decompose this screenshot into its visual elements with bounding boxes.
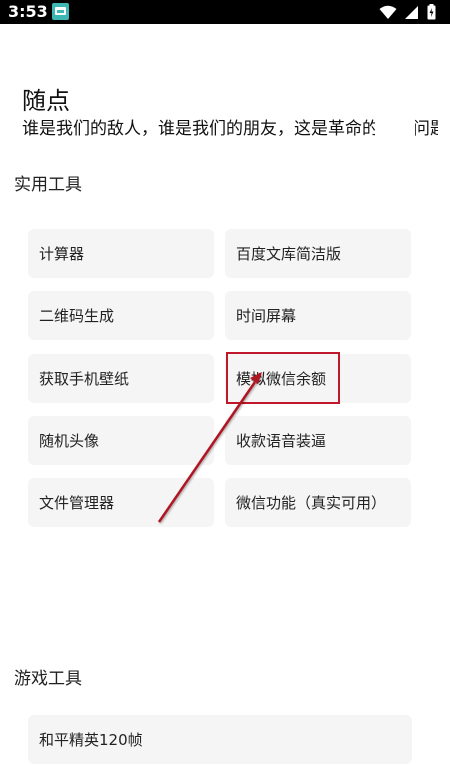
app-notification-icon: [52, 3, 69, 20]
tool-calculator[interactable]: 计算器: [28, 229, 214, 278]
status-time: 3:53: [8, 2, 48, 21]
tool-fake-wechat-balance[interactable]: 模拟微信余额: [225, 354, 411, 403]
tool-random-avatar[interactable]: 随机头像: [28, 416, 214, 465]
signal-icon: [405, 5, 418, 19]
tool-get-wallpaper[interactable]: 获取手机壁纸: [28, 354, 214, 403]
tool-qrcode-generator[interactable]: 二维码生成: [28, 291, 214, 340]
section-title-practical: 实用工具: [14, 175, 82, 195]
tool-file-manager[interactable]: 文件管理器: [28, 478, 214, 527]
tool-pubg-120fps[interactable]: 和平精英120帧: [28, 715, 412, 764]
page-title: 随点: [22, 87, 70, 115]
section-title-games: 游戏工具: [14, 669, 82, 689]
tool-wechat-functions[interactable]: 微信功能（真实可用）: [225, 478, 411, 527]
tool-baidu-wenku-lite[interactable]: 百度文库简洁版: [225, 229, 411, 278]
status-bar: 3:53: [0, 0, 450, 24]
battery-charging-icon: [427, 4, 436, 20]
quote-overlay: [375, 118, 415, 142]
tool-time-screen[interactable]: 时间屏幕: [225, 291, 411, 340]
wifi-icon: [379, 5, 397, 19]
tool-payment-voice[interactable]: 收款语音装逼: [225, 416, 411, 465]
